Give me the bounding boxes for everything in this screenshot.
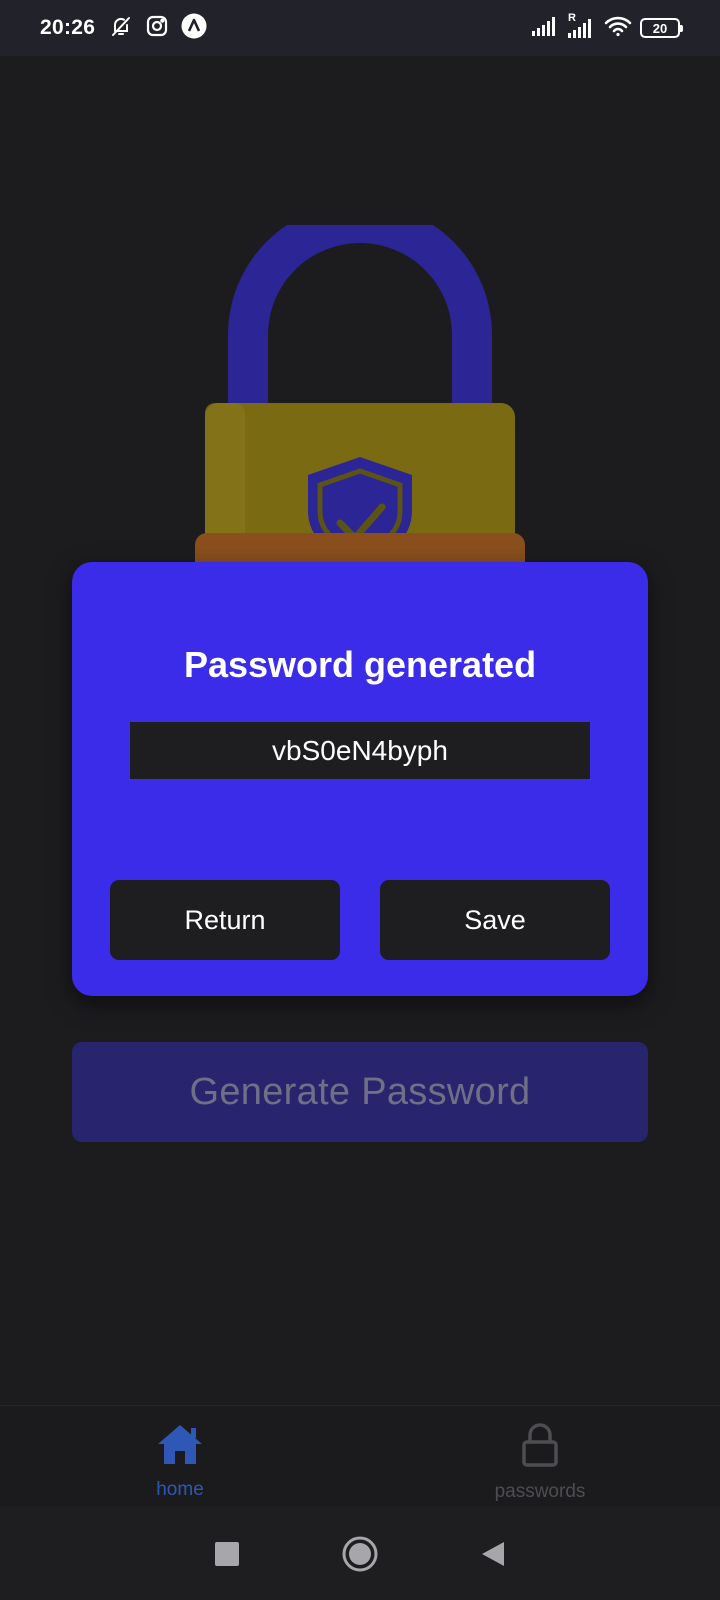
signal-roaming-icon: R: [568, 12, 596, 38]
generate-password-button[interactable]: Generate Password: [72, 1042, 648, 1142]
nav-item-home[interactable]: home: [0, 1406, 360, 1507]
home-icon: [156, 1422, 204, 1471]
lock-icon: [520, 1422, 560, 1473]
roaming-label: R: [568, 12, 576, 24]
save-button[interactable]: Save: [380, 880, 610, 960]
bell-off-icon: [109, 14, 133, 43]
home-circle-icon[interactable]: [330, 1524, 390, 1584]
nav-item-passwords[interactable]: passwords: [360, 1406, 720, 1507]
recents-icon[interactable]: [197, 1524, 257, 1584]
status-bar: 20:26 R 20: [0, 0, 720, 56]
signal-icon: [532, 16, 560, 41]
battery-level: 20: [652, 20, 668, 36]
password-dialog: Password generated vbS0eN4byph Return Sa…: [72, 562, 648, 996]
back-icon[interactable]: [463, 1524, 523, 1584]
generated-password-field[interactable]: vbS0eN4byph: [130, 722, 590, 779]
return-button[interactable]: Return: [110, 880, 340, 960]
bottom-nav: home passwords: [0, 1405, 720, 1507]
status-time: 20:26: [40, 16, 96, 39]
instagram-icon: [145, 14, 169, 43]
battery-icon: 20: [640, 18, 683, 38]
nav-label-home: home: [156, 1479, 204, 1500]
dialog-title: Password generated: [183, 644, 537, 685]
app-a-icon: [181, 13, 207, 44]
padlock-shield-icon: [190, 203, 530, 583]
nav-label-passwords: passwords: [494, 1481, 586, 1502]
system-nav: [0, 1507, 720, 1600]
wifi-icon: [604, 15, 632, 42]
